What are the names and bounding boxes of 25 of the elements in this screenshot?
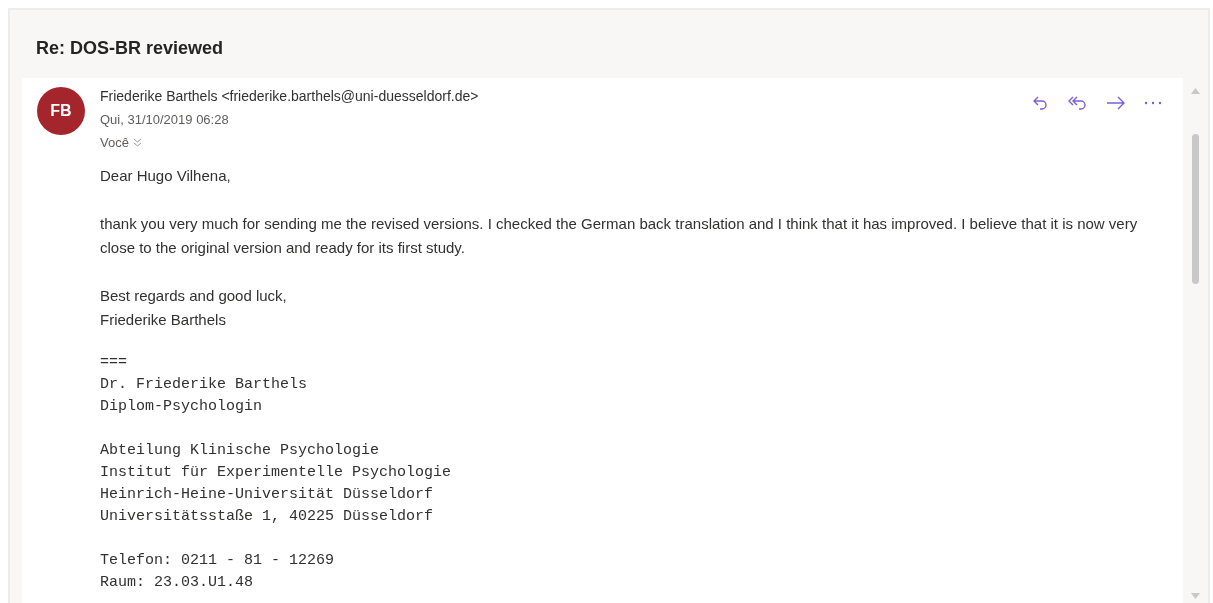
signature-line: Dr. Friederike Barthels: [100, 375, 309, 395]
scroll-down-icon[interactable]: [1191, 593, 1200, 599]
signature-line: Heinrich-Heine-Universität Düsseldorf: [100, 485, 435, 505]
date: Qui, 31/10/2019 06:28: [100, 111, 230, 129]
paragraph: thank you very much for sending me the revised versions. I checked the German back translation and I think that it has improved. I believe that it is now very close to the original version and ready for its first study.: [100, 214, 1139, 258]
recipient: Você: [100, 135, 129, 150]
signature-line: Institut für Experimentelle Psychologie: [100, 463, 453, 483]
scroll-up-icon[interactable]: [1191, 88, 1200, 94]
scroll-thumb[interactable]: [1192, 134, 1199, 284]
signature-line: Universitätsstaße 1, 40225 Düsseldorf: [100, 507, 435, 527]
forward-icon[interactable]: [1106, 94, 1126, 112]
email-subject: Re: DOS-BR reviewed: [35, 37, 225, 60]
signature-line: Abteilung Klinische Psychologie: [100, 441, 381, 461]
sender: Friederike Barthels <friederike.barthels@uni-duesseldorf.de>: [100, 87, 480, 106]
signature-line: Raum: 23.03.U1.48: [100, 573, 255, 593]
reply-all-icon[interactable]: [1067, 94, 1089, 112]
avatar: FB: [37, 87, 85, 135]
greeting: Dear Hugo Vilhena,: [100, 166, 232, 186]
expand-icon[interactable]: [132, 138, 142, 147]
signature-line: ===: [100, 353, 128, 373]
closing-line: Friederike Barthels: [100, 310, 227, 330]
closing-line: Best regards and good luck,: [100, 286, 288, 306]
signature-line: Telefon: 0211 - 81 - 12269: [100, 551, 336, 571]
reply-icon[interactable]: [1032, 94, 1050, 112]
signature-line: Diplom-Psychologin: [100, 397, 264, 417]
